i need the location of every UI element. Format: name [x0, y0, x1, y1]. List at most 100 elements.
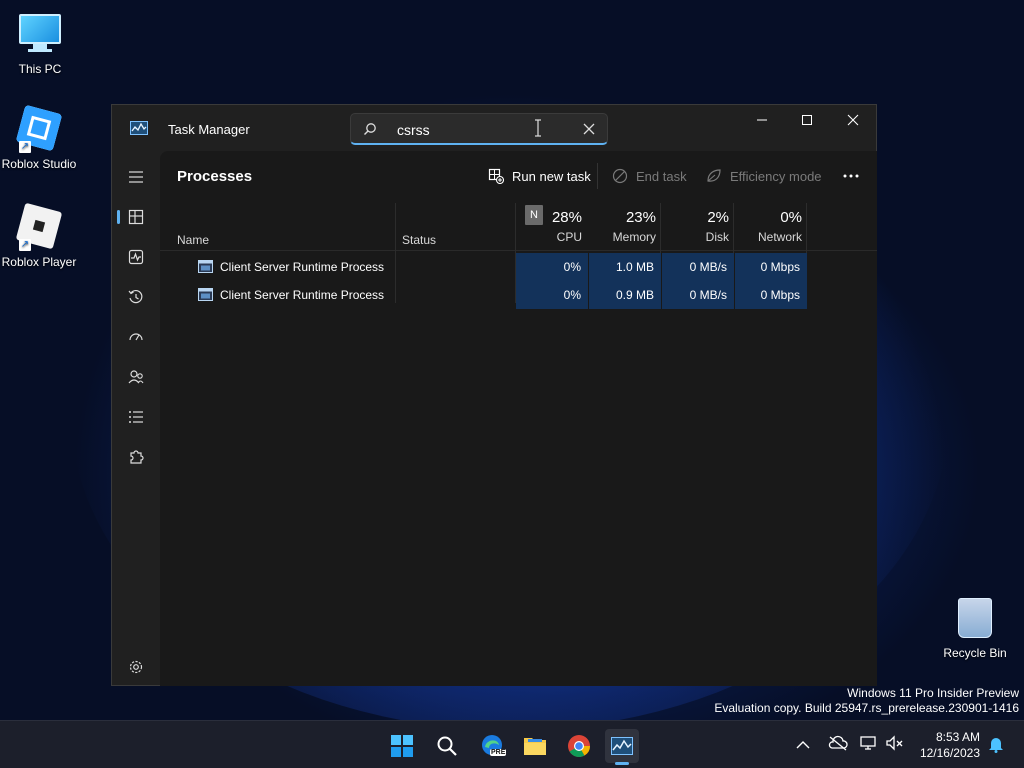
column-header-name[interactable]: Name — [177, 233, 209, 247]
nav-performance[interactable] — [120, 241, 152, 273]
speedometer-icon — [129, 333, 143, 341]
details-list-icon — [129, 411, 143, 423]
running-indicator — [615, 762, 629, 765]
run-new-task-icon — [488, 168, 504, 184]
table-row[interactable]: Client Server Runtime Process 0% 1.0 MB … — [160, 253, 820, 281]
nav-processes[interactable] — [117, 201, 152, 233]
desktop-icon-label: This PC — [18, 62, 62, 76]
performance-icon — [128, 249, 144, 265]
network-label: Network — [757, 230, 802, 244]
volume-button[interactable] — [886, 735, 906, 755]
desktop-icon-label: Roblox Studio — [1, 157, 77, 171]
side-navigation — [112, 151, 160, 685]
chrome-icon — [568, 735, 590, 757]
watermark-line-2: Evaluation copy. Build 25947.rs_prerelea… — [714, 701, 1019, 715]
task-manager-taskbar-button[interactable] — [605, 729, 639, 765]
speaker-muted-icon — [886, 735, 903, 751]
onedrive-button[interactable] — [828, 735, 850, 755]
efficiency-mode-button[interactable]: Efficiency mode — [706, 165, 822, 187]
maximize-button[interactable] — [784, 105, 830, 135]
column-header-memory[interactable]: 23% Memory — [588, 209, 656, 244]
clock-time: 8:53 AM — [935, 730, 980, 744]
chrome-button[interactable] — [562, 729, 596, 763]
end-task-label: End task — [636, 168, 687, 184]
gear-icon — [129, 660, 143, 674]
nav-services[interactable] — [120, 441, 152, 473]
folder-icon — [524, 738, 546, 755]
search-taskbar-button[interactable] — [430, 729, 464, 763]
edge-preview-button[interactable]: PRE — [475, 729, 509, 763]
minimize-icon — [757, 119, 767, 121]
leaf-icon — [707, 169, 721, 182]
toolbar-separator — [597, 163, 598, 189]
table-row[interactable]: Client Server Runtime Process 0% 0.9 MB … — [160, 281, 820, 309]
run-new-task-label: Run new task — [512, 168, 591, 184]
network-status-button[interactable] — [860, 735, 880, 755]
services-puzzle-icon — [130, 450, 144, 464]
text-cursor-icon — [535, 119, 541, 137]
network-cell: 0 Mbps — [735, 281, 807, 309]
run-new-task-button[interactable]: Run new task — [488, 165, 591, 187]
cpu-label: CPU — [556, 230, 582, 244]
desktop-icon-this-pc[interactable]: This PC — [0, 10, 80, 76]
desktop-icon-roblox-player[interactable]: ↗ Roblox Player — [0, 202, 79, 269]
column-header-status[interactable]: Status — [402, 233, 436, 247]
disk-total: 2% — [707, 209, 729, 226]
nav-details[interactable] — [120, 401, 152, 433]
memory-total: 23% — [625, 209, 656, 226]
roblox-studio-icon: ↗ — [15, 104, 63, 153]
end-task-button[interactable]: End task — [612, 165, 687, 187]
close-icon — [847, 114, 859, 126]
title-bar[interactable]: Task Manager — [112, 105, 876, 151]
show-hidden-icons-button[interactable] — [796, 737, 814, 753]
column-header-cpu[interactable]: 28% CPU — [532, 209, 582, 244]
search-icon — [437, 736, 457, 756]
desktop-icon-recycle-bin[interactable]: Recycle Bin — [935, 596, 1015, 660]
active-indicator — [117, 210, 120, 224]
nav-menu-button[interactable] — [120, 161, 152, 193]
file-explorer-button[interactable] — [518, 729, 552, 763]
this-pc-icon — [18, 14, 62, 58]
network-monitor-icon — [860, 736, 876, 750]
windows-logo-icon — [391, 735, 413, 757]
clear-search-icon[interactable] — [583, 123, 595, 135]
nav-startup-apps[interactable] — [120, 321, 152, 353]
users-icon — [128, 370, 144, 384]
column-header-network[interactable]: 0% Network — [734, 209, 802, 244]
processes-icon — [128, 209, 144, 225]
cpu-cell: 0% — [516, 281, 588, 309]
hamburger-menu-icon — [129, 171, 143, 183]
disk-cell: 0 MB/s — [662, 281, 734, 309]
memory-cell: 0.9 MB — [589, 281, 661, 309]
notifications-button[interactable] — [988, 735, 1006, 755]
disk-cell: 0 MB/s — [662, 253, 734, 281]
clock[interactable]: 8:53 AM 12/16/2023 — [910, 729, 980, 761]
nav-app-history[interactable] — [120, 281, 152, 313]
desktop-icon-roblox-studio[interactable]: ↗ Roblox Studio — [0, 104, 79, 171]
start-button[interactable] — [385, 729, 419, 763]
more-options-button[interactable] — [842, 165, 860, 187]
edge-pre-badge: PRE — [490, 749, 507, 756]
shortcut-arrow-icon: ↗ — [19, 141, 31, 153]
nav-settings[interactable] — [120, 651, 152, 683]
evaluation-watermark: Windows 11 Pro Insider Preview Evaluatio… — [714, 686, 1019, 716]
end-task-icon — [612, 168, 628, 184]
search-icon — [364, 123, 376, 135]
table-header: Name Status N 28% CPU 23% Memory 2% Disk… — [160, 203, 877, 251]
watermark-line-1: Windows 11 Pro Insider Preview — [847, 686, 1019, 700]
search-box[interactable] — [350, 113, 608, 145]
history-icon — [128, 289, 143, 304]
maximize-icon — [802, 115, 812, 125]
cpu-cell: 0% — [516, 253, 588, 281]
minimize-button[interactable] — [739, 105, 785, 135]
efficiency-mode-label: Efficiency mode — [730, 168, 822, 184]
task-manager-window: Task Manager csrss Processes Run new tas… — [111, 104, 877, 686]
bell-icon — [989, 738, 1003, 753]
memory-label: Memory — [612, 230, 656, 244]
nav-users[interactable] — [120, 361, 152, 393]
disk-label: Disk — [705, 230, 729, 244]
more-dots-icon — [843, 174, 859, 178]
column-header-disk[interactable]: 2% Disk — [660, 209, 729, 244]
network-cell: 0 Mbps — [735, 253, 807, 281]
close-button[interactable] — [830, 105, 876, 135]
